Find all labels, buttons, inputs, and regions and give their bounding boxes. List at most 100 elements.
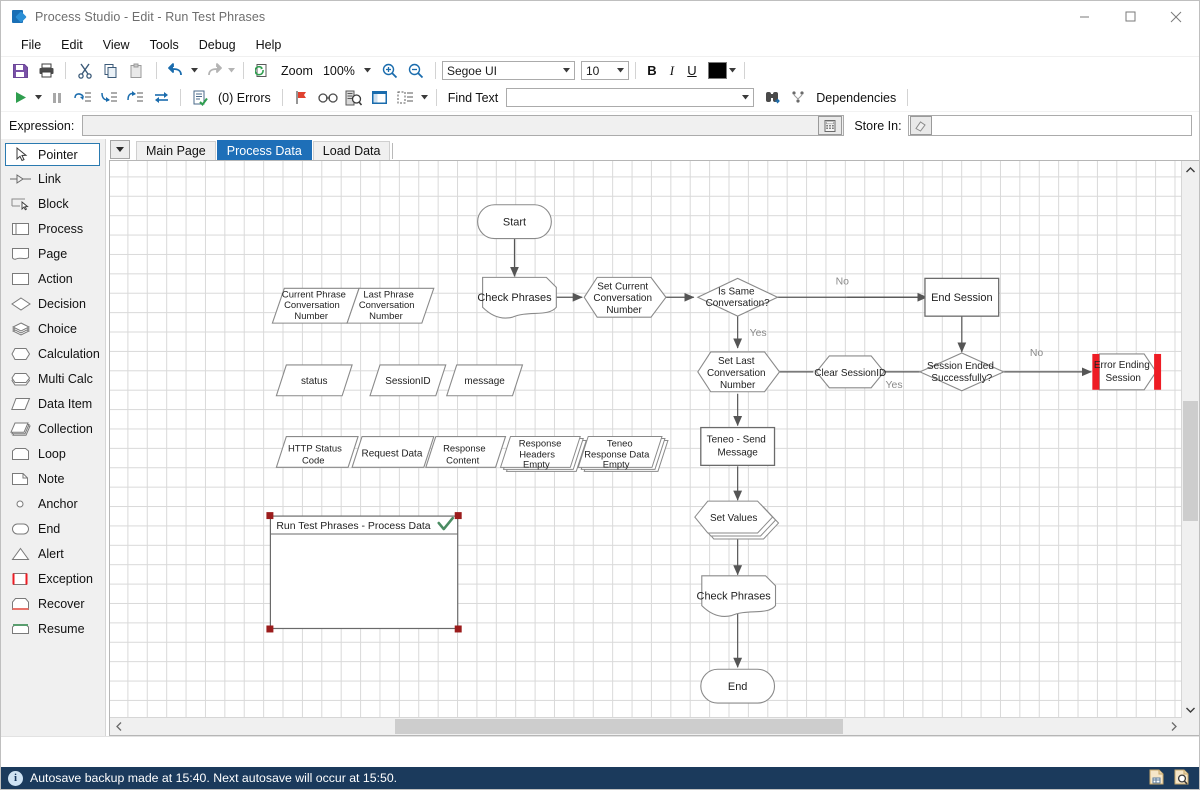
palette-item-data-item[interactable]: Data Item: [1, 391, 105, 416]
font-family-select[interactable]: Segoe UI: [441, 61, 575, 80]
data-item-http-status-code[interactable]: HTTP Status Code: [275, 435, 359, 468]
align-icon[interactable]: [393, 87, 419, 109]
data-item-current-phrase-conversation-number[interactable]: Current Phrase Conversation Number: [271, 287, 360, 324]
step-into-icon[interactable]: [96, 87, 122, 109]
palette-item-exception[interactable]: Exception: [1, 566, 105, 591]
palette-item-alert[interactable]: Alert: [1, 541, 105, 566]
palette-item-anchor[interactable]: Anchor: [1, 491, 105, 516]
step-out-icon[interactable]: [122, 87, 148, 109]
copy-icon[interactable]: [98, 60, 124, 82]
palette-item-multi-calc[interactable]: Multi Calc: [1, 366, 105, 391]
data-item-request-data[interactable]: Request Data: [351, 435, 435, 468]
redo-dropdown-caret[interactable]: [226, 68, 237, 73]
node-teneo-send-message[interactable]: Teneo - Send Message: [700, 426, 776, 467]
bold-button[interactable]: B: [642, 63, 662, 78]
node-start[interactable]: Start: [477, 204, 552, 240]
tab-process-data[interactable]: Process Data: [216, 140, 312, 160]
scroll-right-icon[interactable]: [1165, 718, 1182, 735]
text-color-button[interactable]: [707, 61, 738, 81]
text-color-caret[interactable]: [727, 68, 738, 73]
horizontal-scrollbar-thumb[interactable]: [395, 719, 843, 734]
window-icon[interactable]: [367, 87, 393, 109]
flag-icon[interactable]: [289, 87, 315, 109]
reset-icon[interactable]: [148, 87, 174, 109]
palette-item-note[interactable]: Note: [1, 466, 105, 491]
palette-item-process[interactable]: Process: [1, 216, 105, 241]
page-summary-icon[interactable]: [1148, 769, 1166, 788]
palette-item-choice[interactable]: Choice: [1, 316, 105, 341]
zoom-out-icon[interactable]: [403, 60, 429, 82]
store-in-input[interactable]: [907, 115, 1192, 136]
pause-icon[interactable]: [44, 87, 70, 109]
node-is-same-conversation[interactable]: Is Same Conversation?: [696, 277, 779, 317]
palette-item-calculation[interactable]: Calculation: [1, 341, 105, 366]
tab-main-page[interactable]: Main Page: [136, 141, 216, 160]
dependencies-label[interactable]: Dependencies: [816, 91, 896, 105]
data-item-last-phrase-conversation-number[interactable]: Last Phrase Conversation Number: [346, 287, 435, 324]
palette-item-block[interactable]: Block: [1, 191, 105, 216]
note-run-test-phrases[interactable]: Run Test Phrases - Process Data: [266, 512, 462, 633]
diagram-canvas[interactable]: No Yes Yes No Start Check Phrases Set Cu…: [110, 161, 1182, 718]
palette-item-page[interactable]: Page: [1, 241, 105, 266]
node-clear-sessionid[interactable]: Clear SessionID: [814, 355, 886, 389]
palette-item-resume[interactable]: Resume: [1, 616, 105, 641]
print-icon[interactable]: [33, 60, 59, 82]
node-set-current-conversation-number[interactable]: Set Current Conversation Number: [583, 276, 667, 318]
font-size-select[interactable]: 10: [580, 61, 629, 80]
undo-dropdown-caret[interactable]: [189, 68, 200, 73]
run-dropdown-caret[interactable]: [33, 95, 44, 100]
node-end[interactable]: End: [700, 668, 776, 704]
data-item-sessionid[interactable]: SessionID: [369, 364, 447, 397]
node-set-values[interactable]: Set Values: [694, 500, 780, 540]
link-icon[interactable]: [315, 87, 341, 109]
zoom-dropdown-caret[interactable]: [362, 68, 373, 73]
scroll-left-icon[interactable]: [110, 718, 127, 735]
vertical-scrollbar[interactable]: [1181, 161, 1199, 718]
data-item-message[interactable]: message: [445, 364, 524, 397]
palette-item-collection[interactable]: Collection: [1, 416, 105, 441]
paste-icon[interactable]: [124, 60, 150, 82]
tab-load-data[interactable]: Load Data: [312, 141, 391, 160]
page-search-icon[interactable]: [1173, 769, 1191, 788]
vertical-scrollbar-thumb[interactable]: [1183, 401, 1198, 521]
node-set-last-conversation-number[interactable]: Set Last Conversation Number: [697, 351, 781, 393]
node-check-phrases-top[interactable]: Check Phrases: [477, 276, 557, 319]
palette-item-end[interactable]: End: [1, 516, 105, 541]
expression-input[interactable]: [82, 115, 845, 136]
errors-label[interactable]: (0) Errors: [218, 91, 271, 105]
eraser-icon[interactable]: [909, 116, 932, 135]
align-dropdown-caret[interactable]: [419, 95, 430, 100]
tab-dropdown-icon[interactable]: [110, 140, 130, 159]
palette-item-loop[interactable]: Loop: [1, 441, 105, 466]
redo-icon[interactable]: [200, 60, 226, 82]
scroll-down-icon[interactable]: [1182, 701, 1199, 718]
menu-help[interactable]: Help: [246, 35, 292, 55]
menu-view[interactable]: View: [93, 35, 140, 55]
menu-edit[interactable]: Edit: [51, 35, 93, 55]
validate-icon[interactable]: [187, 87, 213, 109]
binoculars-icon[interactable]: [759, 87, 785, 109]
maximize-button[interactable]: [1107, 1, 1153, 32]
undo-icon[interactable]: [163, 60, 189, 82]
minimize-button[interactable]: [1061, 1, 1107, 32]
palette-item-recover[interactable]: Recover: [1, 591, 105, 616]
italic-button[interactable]: I: [662, 63, 682, 79]
node-error-ending-session[interactable]: Error Ending Session: [1092, 353, 1162, 391]
menu-debug[interactable]: Debug: [189, 35, 246, 55]
palette-item-action[interactable]: Action: [1, 266, 105, 291]
find-text-input[interactable]: [506, 88, 755, 107]
node-end-session[interactable]: End Session: [924, 277, 1000, 317]
inspect-icon[interactable]: [341, 87, 367, 109]
palette-item-link[interactable]: Link: [1, 166, 105, 191]
calculator-icon[interactable]: [818, 116, 843, 135]
zoom-in-icon[interactable]: [377, 60, 403, 82]
menu-tools[interactable]: Tools: [140, 35, 189, 55]
data-item-response-content[interactable]: Response Content: [425, 435, 507, 468]
scroll-up-icon[interactable]: [1182, 161, 1199, 178]
data-item-response-headers[interactable]: Response Headers Empty: [499, 436, 587, 472]
close-button[interactable]: [1153, 1, 1199, 32]
data-item-status[interactable]: status: [275, 364, 353, 397]
play-icon[interactable]: [7, 87, 33, 109]
cut-icon[interactable]: [72, 60, 98, 82]
save-icon[interactable]: [7, 60, 33, 82]
